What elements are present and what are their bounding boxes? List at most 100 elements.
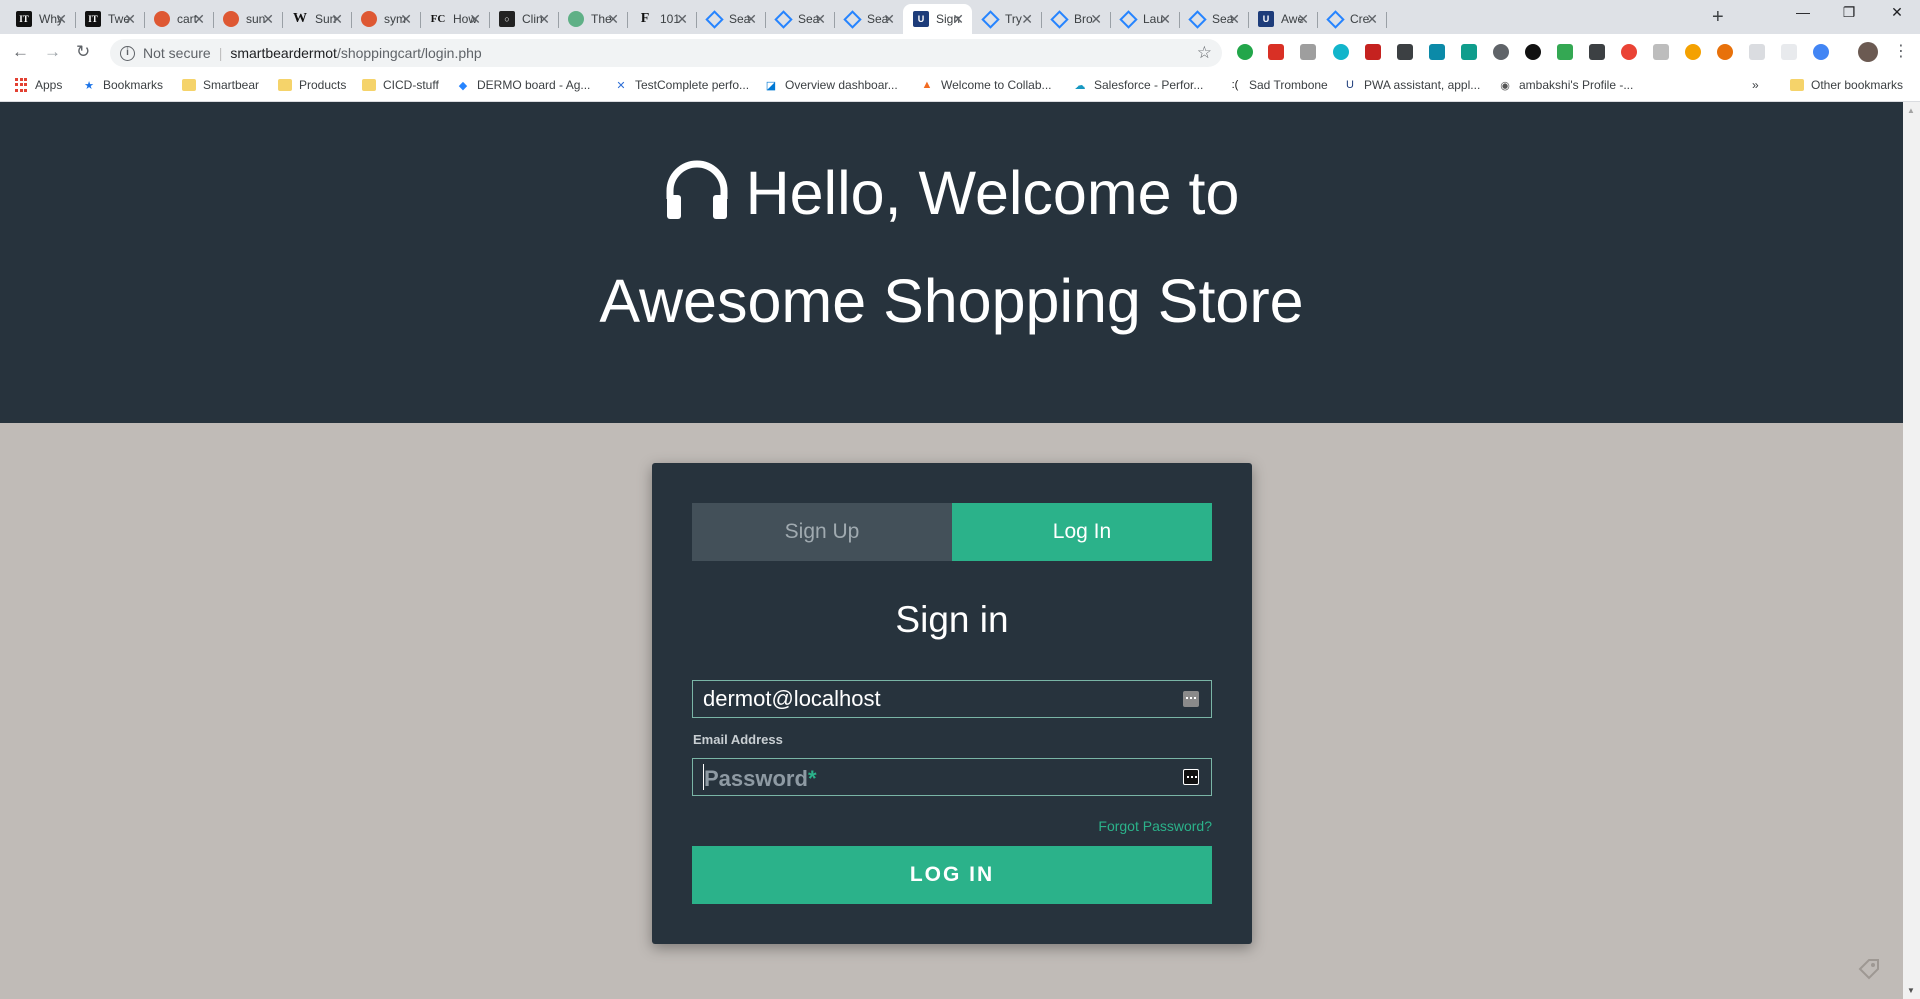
browser-tab[interactable]: U Sign ✕ <box>903 4 972 34</box>
page-scrollbar[interactable]: ▲ ▼ <box>1903 102 1920 999</box>
close-tab-icon[interactable]: ✕ <box>400 11 412 27</box>
browser-tab[interactable]: Sea ✕ <box>765 4 835 34</box>
log-in-button[interactable]: LOG IN <box>692 846 1212 904</box>
minimize-button[interactable]: — <box>1780 4 1826 20</box>
close-tab-icon[interactable]: ✕ <box>538 11 550 27</box>
browser-tab[interactable]: sym ✕ <box>351 4 421 34</box>
close-tab-icon[interactable]: ✕ <box>1090 11 1102 27</box>
extension-icon[interactable] <box>1685 44 1701 60</box>
extension-icon[interactable] <box>1493 44 1509 60</box>
restore-button[interactable]: ❐ <box>1826 4 1872 21</box>
feedback-tag-icon[interactable] <box>1858 958 1880 980</box>
close-tab-icon[interactable]: ✕ <box>745 11 757 27</box>
browser-tab[interactable]: Sea ✕ <box>834 4 904 34</box>
tab-sign-up[interactable]: Sign Up <box>692 503 952 561</box>
extension-icon[interactable] <box>1781 44 1797 60</box>
extension-icon[interactable] <box>1333 44 1349 60</box>
bookmark-item[interactable]: ☁ Salesforce - Perfor... <box>1073 78 1204 92</box>
close-tab-icon[interactable]: ✕ <box>676 11 688 27</box>
extension-icon[interactable] <box>1365 44 1381 60</box>
browser-tab[interactable]: W Sun ✕ <box>282 4 352 34</box>
password-field[interactable]: Password* <box>692 758 1212 796</box>
bookmark-item[interactable]: ▲ Welcome to Collab... <box>920 78 1052 92</box>
email-field[interactable] <box>692 680 1212 718</box>
other-bookmarks-folder[interactable]: Other bookmarks <box>1790 78 1903 92</box>
extension-icon[interactable] <box>1621 44 1637 60</box>
browser-tab[interactable]: Lau ✕ <box>1110 4 1180 34</box>
browser-tab[interactable]: FC How ✕ <box>420 4 490 34</box>
extension-icon[interactable] <box>1397 44 1413 60</box>
bookmarks-overflow-button[interactable]: » <box>1752 78 1759 92</box>
close-tab-icon[interactable]: ✕ <box>262 11 274 27</box>
browser-tab[interactable]: cart ✕ <box>144 4 214 34</box>
password-input[interactable] <box>704 759 1183 795</box>
new-tab-button[interactable]: + <box>1712 6 1724 29</box>
extension-icon[interactable] <box>1461 44 1477 60</box>
browser-tab[interactable]: F 101 ✕ <box>627 4 697 34</box>
browser-tab[interactable]: U Awe ✕ <box>1248 4 1318 34</box>
bookmark-item[interactable]: CICD-stuff <box>362 78 439 92</box>
extension-icon[interactable] <box>1268 44 1284 60</box>
close-tab-icon[interactable]: ✕ <box>1228 11 1240 27</box>
browser-tab[interactable]: IT Why ✕ <box>6 4 76 34</box>
password-manager-icon[interactable] <box>1183 691 1199 707</box>
bookmark-star-icon[interactable]: ☆ <box>1197 43 1212 63</box>
bookmark-item[interactable]: :(Sad Trombone <box>1228 78 1328 92</box>
scroll-up-arrow-icon[interactable]: ▲ <box>1907 106 1915 115</box>
reload-button[interactable]: ↻ <box>76 42 90 62</box>
close-tab-icon[interactable]: ✕ <box>469 11 481 27</box>
close-tab-icon[interactable]: ✕ <box>952 11 964 27</box>
close-tab-icon[interactable]: ✕ <box>1021 11 1033 27</box>
back-button[interactable]: ← <box>12 42 29 62</box>
scroll-down-arrow-icon[interactable]: ▼ <box>1907 986 1915 995</box>
browser-tab[interactable]: ○ Clin ✕ <box>489 4 559 34</box>
close-tab-icon[interactable]: ✕ <box>331 11 343 27</box>
bookmark-item[interactable]: ◪ Overview dashboar... <box>764 78 898 92</box>
close-tab-icon[interactable]: ✕ <box>193 11 205 27</box>
email-input[interactable] <box>693 681 1183 717</box>
bookmark-item[interactable]: Apps <box>14 78 62 92</box>
close-tab-icon[interactable]: ✕ <box>814 11 826 27</box>
browser-tab[interactable]: Bro ✕ <box>1041 4 1111 34</box>
profile-avatar[interactable] <box>1858 42 1878 62</box>
extension-icon[interactable] <box>1589 44 1605 60</box>
close-tab-icon[interactable]: ✕ <box>607 11 619 27</box>
extension-icon[interactable] <box>1557 44 1573 60</box>
forgot-password-link[interactable]: Forgot Password? <box>1000 818 1212 834</box>
tab-log-in[interactable]: Log In <box>952 503 1212 561</box>
forward-button[interactable]: → <box>44 42 61 62</box>
close-window-button[interactable]: ✕ <box>1874 4 1920 21</box>
close-tab-icon[interactable]: ✕ <box>1159 11 1171 27</box>
close-tab-icon[interactable]: ✕ <box>55 11 67 27</box>
bookmark-item[interactable]: ◉ ambakshi's Profile -... <box>1498 78 1633 92</box>
extension-icon[interactable] <box>1525 44 1541 60</box>
extension-icon[interactable] <box>1300 44 1316 60</box>
password-manager-icon[interactable] <box>1183 769 1199 785</box>
extension-icon[interactable] <box>1237 44 1253 60</box>
close-tab-icon[interactable]: ✕ <box>124 11 136 27</box>
bookmark-item[interactable]: U PWA assistant, appl... <box>1343 78 1480 92</box>
browser-tab[interactable]: Sea ✕ <box>696 4 766 34</box>
menu-kebab-icon[interactable]: ⋮ <box>1893 42 1909 62</box>
extension-icon[interactable] <box>1429 44 1445 60</box>
bookmark-item[interactable]: ◆ DERMO board - Ag... <box>456 78 591 92</box>
bookmark-item[interactable]: Products <box>278 78 346 92</box>
browser-tab[interactable]: The ✕ <box>558 4 628 34</box>
close-tab-icon[interactable]: ✕ <box>883 11 895 27</box>
extension-icon[interactable] <box>1749 44 1765 60</box>
browser-tab[interactable]: Sea ✕ <box>1179 4 1249 34</box>
bookmark-item[interactable]: ★ Bookmarks <box>82 78 163 92</box>
address-bar[interactable]: i Not secure | smartbeardermot /shopping… <box>110 39 1222 67</box>
browser-tab[interactable]: sun ✕ <box>213 4 283 34</box>
browser-tab[interactable]: Try ✕ <box>972 4 1042 34</box>
bookmark-item[interactable]: Smartbear <box>182 78 259 92</box>
extension-icon[interactable] <box>1653 44 1669 60</box>
extension-icon[interactable] <box>1813 44 1829 60</box>
extension-icon[interactable] <box>1717 44 1733 60</box>
info-icon[interactable]: i <box>120 45 135 61</box>
browser-tab[interactable]: Cre ✕ <box>1317 4 1387 34</box>
bookmark-item[interactable]: ✕ TestComplete perfo... <box>614 78 749 92</box>
browser-tab[interactable]: IT Twe ✕ <box>75 4 145 34</box>
close-tab-icon[interactable]: ✕ <box>1297 11 1309 27</box>
close-tab-icon[interactable]: ✕ <box>1366 11 1378 27</box>
